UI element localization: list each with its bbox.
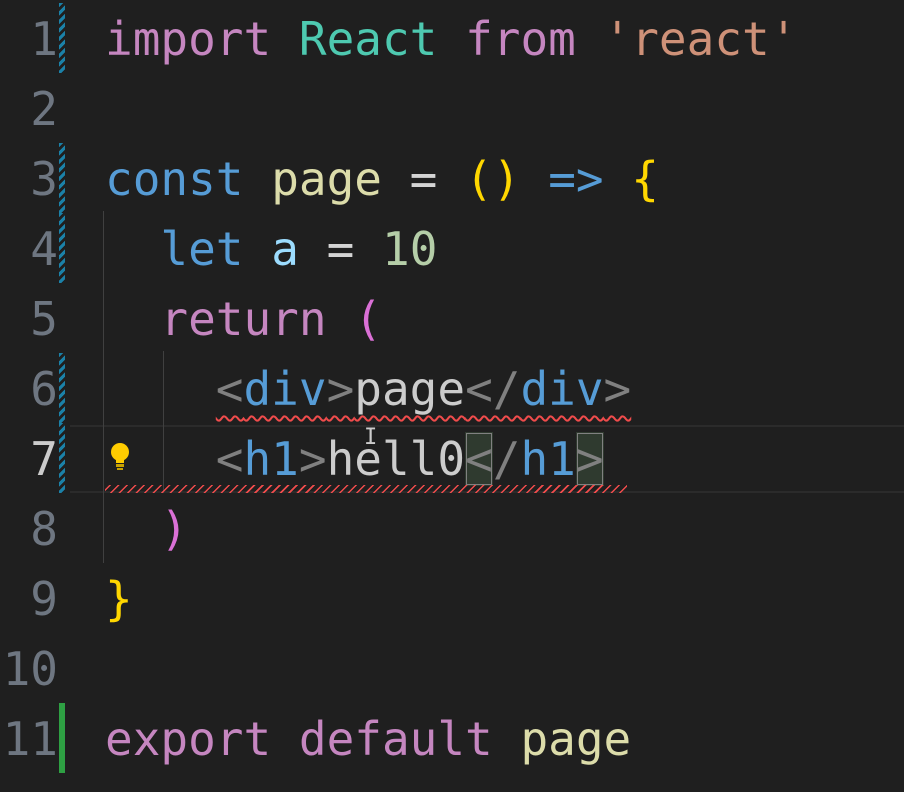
text-cursor-icon: I [364,425,378,450]
token-tag-bracket: < [215,362,244,416]
lightbulb-icon[interactable] [107,428,133,470]
token-tag-bracket: > [603,362,632,416]
token-jsx-text: page [354,362,466,416]
code-text[interactable]: export default page [105,709,631,769]
token-bracket: { [631,152,659,206]
code-text[interactable]: import React from 'react' [105,9,797,69]
token-keyword: export [105,712,272,766]
token-jsx-text: hell0 [326,432,466,486]
token-tag-name: div [520,362,604,416]
token-tag-name: h1 [520,432,576,486]
line-number: 6 [30,362,58,416]
code-text[interactable]: const page = () => { [105,149,659,209]
token-bracket: ( [465,152,493,206]
code-text[interactable]: ) [105,499,188,559]
code-line-10[interactable]: 10 [0,633,904,703]
token-identifier: React [298,12,438,66]
token-identifier: page [520,712,632,766]
code-text[interactable]: return ( [105,289,382,349]
token-tag-name: div [243,362,327,416]
token-operator: = [326,222,355,276]
token-string: 'react' [603,12,798,66]
gutter-modified-marker [59,143,65,213]
token-bracket: } [105,572,133,626]
token-keyword: let [160,222,244,276]
gutter-modified-marker [59,353,65,423]
code-text[interactable]: <div>page</div> [105,359,631,419]
code-line-1[interactable]: 1 import React from 'react' [0,3,904,73]
token-keyword: default [298,712,493,766]
line-number: 7 [30,432,58,486]
token-tag-bracket: > [326,362,355,416]
gutter-modified-marker [59,213,65,283]
error-squiggle: <div>page</div> [216,362,631,416]
token-tag-bracket-matched: < [465,432,493,486]
line-number: 2 [30,82,58,136]
token-variable: a [271,222,299,276]
code-line-4[interactable]: 4 let a = 10 [0,213,904,283]
line-number: 10 [2,642,58,696]
gutter-modified-marker [59,423,65,493]
code-editor[interactable]: 1 import React from 'react' 2 3 const pa… [0,0,904,792]
line-number: 4 [30,222,58,276]
token-arrow: => [548,152,604,206]
code-line-11[interactable]: 11 export default page [0,703,904,773]
token-tag-bracket: </ [465,362,521,416]
token-tag-bracket: > [298,432,327,486]
token-keyword: return [160,292,327,346]
line-number: 5 [30,292,58,346]
code-text[interactable]: <h1>hell0</h1> [105,429,604,489]
token-tag-bracket: < [215,432,244,486]
error-squiggle [105,485,627,493]
gutter-added-marker [59,703,65,773]
token-function-name: page [271,152,382,206]
code-line-7[interactable]: 7 <h1>hell0</h1> [0,423,904,493]
token-tag-bracket: / [492,432,521,486]
token-keyword: import [105,12,272,66]
line-number: 8 [30,502,58,556]
token-bracket: ( [354,292,382,346]
token-operator: = [409,152,438,206]
token-tag-bracket-matched: > [575,432,604,486]
token-bracket: ) [160,502,189,556]
code-text[interactable]: } [105,569,133,629]
code-text[interactable]: let a = 10 [105,219,437,279]
code-line-6[interactable]: 6 <div>page</div> [0,353,904,423]
line-number: 11 [2,712,58,766]
token-number: 10 [382,222,438,276]
gutter-modified-marker [59,3,65,73]
token-keyword: const [105,152,244,206]
token-bracket: ) [492,152,521,206]
line-number: 3 [30,152,58,206]
code-line-5[interactable]: 5 return ( [0,283,904,353]
line-number: 1 [30,12,58,66]
token-tag-name: h1 [243,432,299,486]
token-keyword: from [465,12,576,66]
line-number: 9 [30,572,58,626]
code-line-8[interactable]: 8 ) [0,493,904,563]
code-line-3[interactable]: 3 const page = () => { [0,143,904,213]
code-line-9[interactable]: 9 } [0,563,904,633]
code-line-2[interactable]: 2 [0,73,904,143]
